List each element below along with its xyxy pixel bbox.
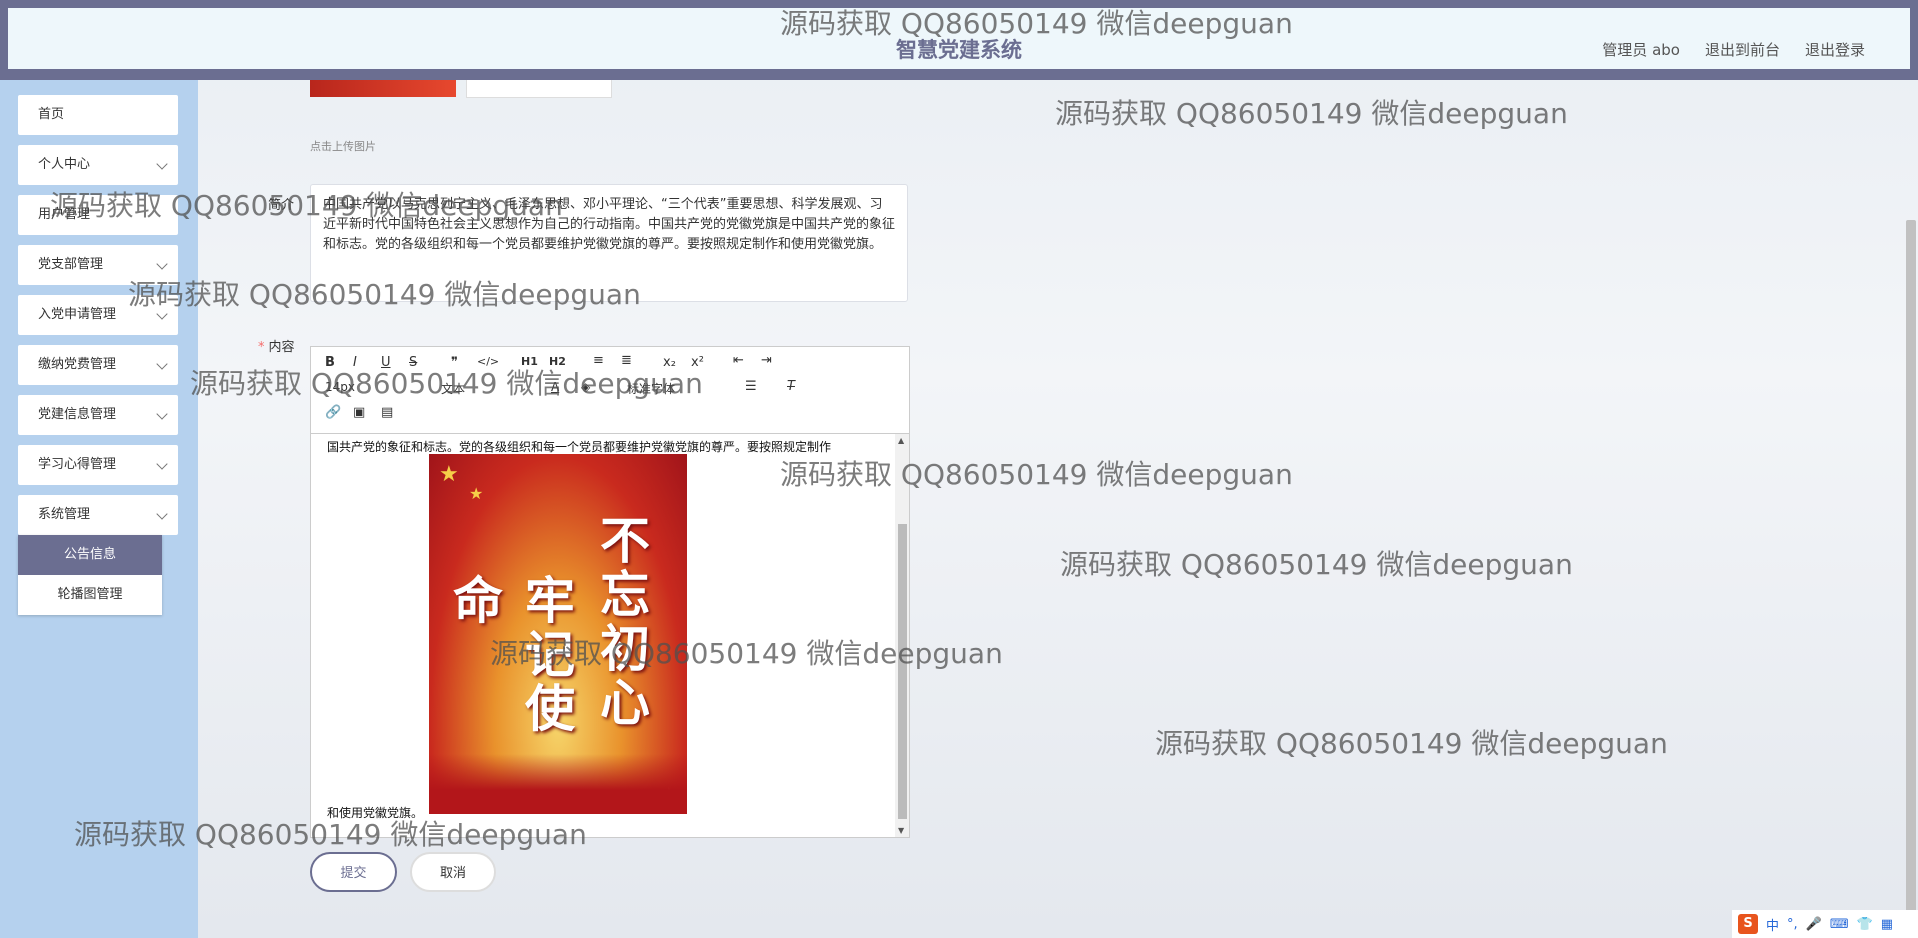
outdent-button[interactable]: ⇤ bbox=[733, 353, 744, 368]
chevron-down-icon bbox=[156, 508, 168, 520]
sidebar-item-dues-management[interactable]: 缴纳党费管理 bbox=[18, 345, 178, 385]
chevron-down-icon bbox=[156, 458, 168, 470]
top-bar: 智慧党建系统 管理员 abo 退出到前台 退出登录 bbox=[0, 0, 1918, 80]
bold-button[interactable]: B bbox=[325, 355, 335, 370]
font-size-select[interactable]: 14px bbox=[325, 380, 355, 394]
submenu-item-notices[interactable]: 公告信息 bbox=[18, 535, 162, 575]
content-label: * 内容 bbox=[258, 340, 295, 355]
underline-button[interactable]: U bbox=[381, 355, 391, 370]
poster-base bbox=[429, 754, 687, 814]
h1-button[interactable]: H1 bbox=[521, 355, 538, 368]
indent-button[interactable]: ⇥ bbox=[761, 353, 772, 368]
ime-toolbar: S 中 °, 🎤 ⌨ 👕 ▦ bbox=[1732, 910, 1918, 938]
chevron-down-icon bbox=[156, 358, 168, 370]
upload-hint: 点击上传图片 bbox=[310, 140, 376, 153]
summary-textarea[interactable]: 中国共产党以马克思列宁主义、毛泽东思想、邓小平理论、“三个代表”重要思想、科学发… bbox=[310, 184, 908, 302]
main-content: 点击上传图片 简介 中国共产党以马克思列宁主义、毛泽东思想、邓小平理论、“三个代… bbox=[198, 80, 1918, 938]
code-button[interactable]: </> bbox=[477, 355, 499, 368]
skin-icon[interactable]: 👕 bbox=[1857, 917, 1873, 932]
scroll-down-icon[interactable]: ▼ bbox=[898, 826, 904, 835]
video-icon[interactable]: ▤ bbox=[381, 405, 393, 420]
system-submenu: 公告信息 轮播图管理 bbox=[18, 535, 162, 615]
chevron-down-icon bbox=[156, 158, 168, 170]
ordered-list-button[interactable]: ≡ bbox=[593, 353, 604, 368]
sidebar-item-branch-management[interactable]: 党支部管理 bbox=[18, 245, 178, 285]
sidebar-item-personal-center[interactable]: 个人中心 bbox=[18, 145, 178, 185]
h2-button[interactable]: H2 bbox=[549, 355, 566, 368]
chevron-down-icon bbox=[156, 258, 168, 270]
required-mark: * bbox=[258, 340, 265, 355]
cancel-button[interactable]: 取消 bbox=[410, 852, 496, 892]
subscript-button[interactable]: x₂ bbox=[663, 355, 676, 370]
quote-button[interactable]: ❞ bbox=[451, 355, 458, 370]
editor-scrollbar-thumb[interactable] bbox=[898, 524, 907, 819]
editor-text-line: 和使用党徽党旗。 bbox=[327, 806, 424, 820]
keyboard-icon[interactable]: ⌨ bbox=[1830, 917, 1849, 932]
rich-text-editor[interactable]: B I U S ❞ </> H1 H2 ≡ ≣ x₂ x² ⇤ ⇥ 14px 文… bbox=[310, 346, 910, 838]
sidebar-item-system-management[interactable]: 系统管理 bbox=[18, 495, 178, 535]
editor-text-line: 国共产党的象征和标志。党的各级组织和每一个党员都要维护党徽党旗的尊严。要按照规定… bbox=[327, 440, 832, 454]
chevron-down-icon bbox=[156, 308, 168, 320]
ime-mode[interactable]: 中 bbox=[1766, 915, 1779, 934]
upload-box[interactable] bbox=[466, 80, 612, 98]
image-icon[interactable]: ▣ bbox=[353, 405, 365, 420]
clear-format-icon[interactable]: T bbox=[787, 379, 795, 394]
font-color-button[interactable]: A bbox=[551, 380, 559, 394]
sidebar-item-study-notes-management[interactable]: 学习心得管理 bbox=[18, 445, 178, 485]
submenu-item-carousel[interactable]: 轮播图管理 bbox=[18, 575, 162, 615]
back-to-frontend-link[interactable]: 退出到前台 bbox=[1705, 39, 1780, 60]
punctuation-icon[interactable]: °, bbox=[1787, 917, 1798, 932]
poster-slogan-1: 不忘初心 bbox=[592, 514, 651, 730]
summary-label: 简介 bbox=[268, 198, 295, 213]
grid-icon[interactable]: ▦ bbox=[1881, 917, 1893, 932]
highlight-icon[interactable]: ◈ bbox=[581, 380, 590, 394]
sidebar-item-home[interactable]: 首页 bbox=[18, 95, 178, 135]
font-family-select[interactable]: 标准字体 bbox=[627, 380, 675, 397]
header-links: 管理员 abo 退出到前台 退出登录 bbox=[1602, 39, 1865, 60]
sidebar-item-application-management[interactable]: 入党申请管理 bbox=[18, 295, 178, 335]
header: 智慧党建系统 管理员 abo 退出到前台 退出登录 bbox=[8, 8, 1910, 69]
poster-text: 不忘初心 牢记使命 bbox=[429, 474, 687, 774]
logout-link[interactable]: 退出登录 bbox=[1805, 39, 1865, 60]
editor-toolbar: B I U S ❞ </> H1 H2 ≡ ≣ x₂ x² ⇤ ⇥ 14px 文… bbox=[311, 347, 909, 434]
strike-button[interactable]: S bbox=[409, 355, 417, 370]
chevron-down-icon bbox=[156, 408, 168, 420]
scroll-up-icon[interactable]: ▲ bbox=[898, 436, 904, 445]
link-icon[interactable]: 🔗 bbox=[325, 405, 341, 420]
submit-button[interactable]: 提交 bbox=[310, 852, 397, 892]
sidebar-item-user-management[interactable]: 用户管理 bbox=[18, 195, 178, 235]
uploaded-image-thumbnail[interactable] bbox=[310, 80, 456, 97]
text-style-select[interactable]: 文本 bbox=[441, 380, 465, 397]
page-scrollbar[interactable] bbox=[1904, 80, 1918, 938]
italic-button[interactable]: I bbox=[353, 355, 357, 370]
poster-image: ★ ★ ★ 不忘初心 牢记使命 bbox=[429, 454, 687, 814]
sidebar: 首页 个人中心 用户管理 党支部管理 入党申请管理 缴纳党费管理 党建信息管理 … bbox=[0, 80, 198, 938]
microphone-icon[interactable]: 🎤 bbox=[1806, 917, 1822, 932]
align-icon[interactable]: ☰ bbox=[745, 379, 757, 394]
admin-user-link[interactable]: 管理员 abo bbox=[1602, 39, 1680, 60]
ime-logo: S bbox=[1738, 914, 1758, 934]
superscript-button[interactable]: x² bbox=[691, 355, 704, 370]
editor-scrollbar[interactable]: ▲ ▼ bbox=[895, 434, 909, 837]
sidebar-item-info-management[interactable]: 党建信息管理 bbox=[18, 395, 178, 435]
poster-slogan-2: 牢记使命 bbox=[445, 574, 576, 736]
editor-content[interactable]: 国共产党的象征和标志。党的各级组织和每一个党员都要维护党徽党旗的尊严。要按照规定… bbox=[311, 434, 895, 837]
page-scrollbar-thumb[interactable] bbox=[1906, 220, 1916, 920]
bullet-list-button[interactable]: ≣ bbox=[621, 353, 632, 368]
